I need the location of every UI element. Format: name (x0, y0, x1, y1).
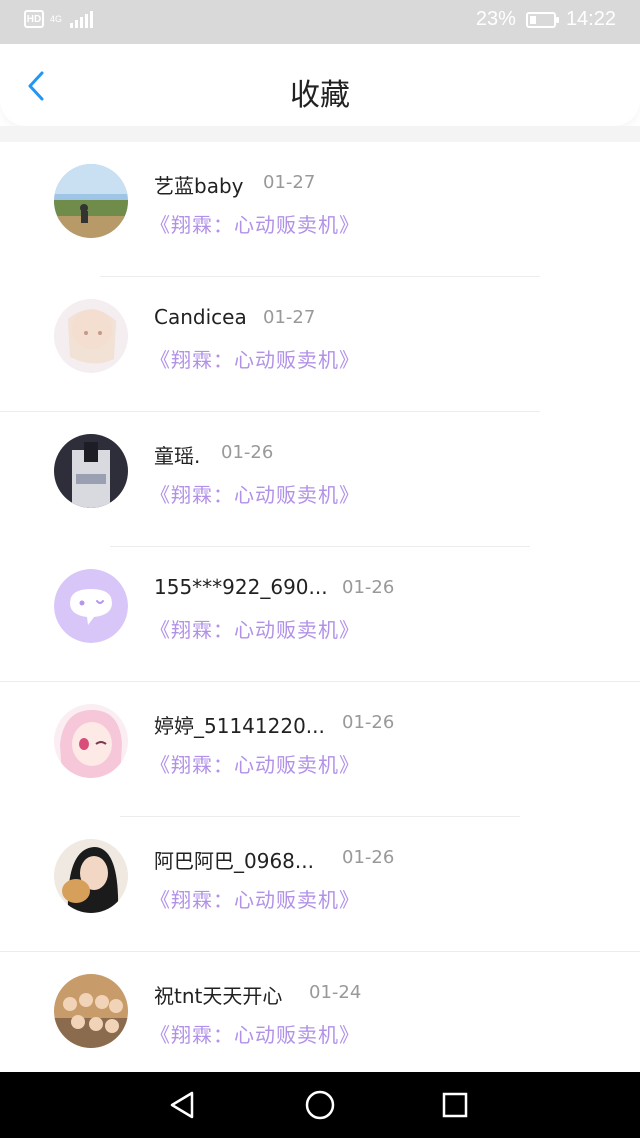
signal-icon (70, 10, 94, 28)
date: 01-26 (221, 442, 274, 463)
avatar[interactable] (54, 704, 128, 778)
date: 01-24 (309, 982, 362, 1003)
work-title-link[interactable]: 《翔霖：心动贩卖机》 (150, 1019, 360, 1048)
section-gap (0, 126, 640, 142)
user-name: 童瑶. (154, 444, 201, 468)
list-item[interactable]: Candicea 01-27 《翔霖：心动贩卖机》 (0, 277, 640, 412)
avatar[interactable] (54, 299, 128, 373)
clock: 14:22 (565, 8, 616, 30)
battery-percent: 23% (475, 8, 516, 30)
avatar[interactable] (54, 434, 128, 508)
work-title-link[interactable]: 《翔霖：心动贩卖机》 (150, 344, 360, 373)
nav-home-button[interactable] (301, 1086, 339, 1124)
avatar[interactable] (54, 974, 128, 1048)
user-name: Candicea (154, 305, 247, 329)
work-title-link[interactable]: 《翔霖：心动贩卖机》 (150, 479, 360, 508)
date: 01-26 (342, 847, 395, 868)
list-item[interactable]: 155***922_690... 01-26 《翔霖：心动贩卖机》 (0, 547, 640, 682)
date: 01-26 (342, 712, 395, 733)
work-title-link[interactable]: 《翔霖：心动贩卖机》 (150, 614, 360, 643)
avatar[interactable] (54, 839, 128, 913)
circle-home-icon (305, 1090, 335, 1120)
status-bar: HD 4G 23% 14:22 (0, 0, 640, 44)
date: 01-26 (342, 577, 395, 598)
work-title-link[interactable]: 《翔霖：心动贩卖机》 (150, 884, 360, 913)
list-item[interactable]: 阿巴阿巴_0968... 01-26 《翔霖：心动贩卖机》 (0, 817, 640, 952)
work-title-link[interactable]: 《翔霖：心动贩卖机》 (150, 209, 360, 238)
list-item[interactable]: 艺蓝baby 01-27 《翔霖：心动贩卖机》 (0, 142, 640, 277)
user-name: 155***922_690... (154, 575, 328, 599)
chat-bubble-icon (54, 569, 128, 643)
user-name: 婷婷_51141220... (154, 714, 325, 738)
battery-icon (525, 11, 559, 28)
list-item[interactable]: 童瑶. 01-26 《翔霖：心动贩卖机》 (0, 412, 640, 547)
nav-recents-button[interactable] (436, 1086, 474, 1124)
triangle-back-icon (170, 1091, 194, 1119)
favorites-list: 艺蓝baby 01-27 《翔霖：心动贩卖机》 Candicea 01-27 《… (0, 142, 640, 1087)
network-type: 4G (50, 13, 63, 24)
list-item[interactable]: 祝tnt天天开心 01-24 《翔霖：心动贩卖机》 (0, 952, 640, 1087)
system-nav-bar (0, 1072, 640, 1138)
app-header: 收藏 (0, 44, 640, 126)
user-name: 祝tnt天天开心 (154, 984, 283, 1008)
nav-back-button[interactable] (164, 1086, 202, 1124)
user-name: 阿巴阿巴_0968... (154, 849, 314, 873)
date: 01-27 (263, 307, 316, 328)
hd-badge: HD (24, 10, 44, 28)
list-item[interactable]: 婷婷_51141220... 01-26 《翔霖：心动贩卖机》 (0, 682, 640, 817)
work-title-link[interactable]: 《翔霖：心动贩卖机》 (150, 749, 360, 778)
avatar[interactable] (54, 164, 128, 238)
avatar[interactable] (54, 569, 128, 643)
user-name: 艺蓝baby (154, 174, 244, 198)
square-recents-icon (442, 1092, 468, 1118)
date: 01-27 (263, 172, 316, 193)
page-title: 收藏 (290, 78, 350, 113)
